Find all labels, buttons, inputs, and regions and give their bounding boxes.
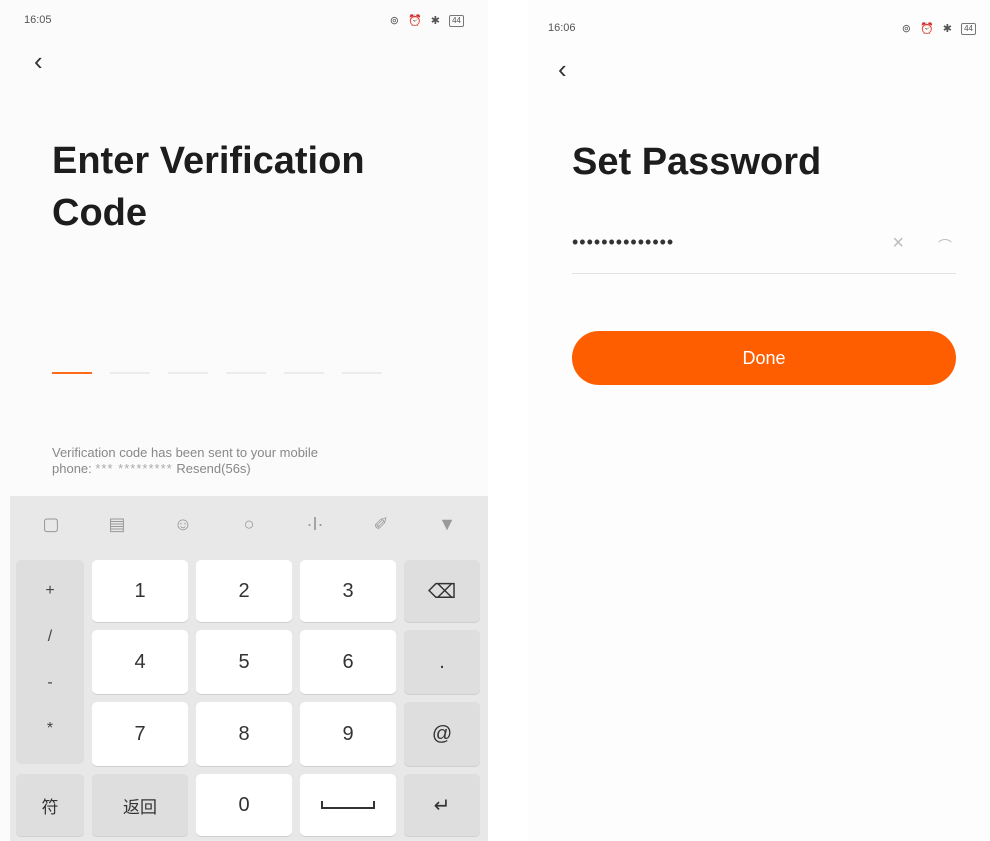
space-icon	[321, 801, 375, 809]
resend-countdown[interactable]: Resend(56s)	[176, 461, 250, 476]
return-key[interactable]: 返回	[92, 774, 188, 836]
status-bar: 16:06 ⊚ ⏰ ✱ 44	[528, 12, 990, 35]
keyboard-layout-icon[interactable]: ▤	[102, 514, 132, 535]
key-5[interactable]: 5	[196, 630, 292, 694]
key-1[interactable]: 1	[92, 560, 188, 622]
code-slot[interactable]	[110, 372, 150, 374]
key-slash[interactable]: /	[16, 628, 84, 646]
keyboard-toolbar: ▢ ▤ ☺ ○ ·I· ✐ ▼	[10, 496, 488, 552]
verification-hint: Verification code has been sent to your …	[52, 445, 432, 477]
symbol-column: + / - *	[16, 560, 84, 764]
key-plus[interactable]: +	[16, 582, 84, 600]
back-button[interactable]: ‹	[558, 54, 582, 84]
key-4[interactable]: 4	[92, 630, 188, 694]
numeric-keyboard: ▢ ▤ ☺ ○ ·I· ✐ ▼ + / - * 1 2 3 ⌫ 4 5 6 . …	[10, 496, 488, 841]
backspace-key[interactable]: ⌫	[404, 560, 480, 622]
eye-closed-icon[interactable]: ⌒	[938, 236, 952, 256]
status-time: 16:06	[548, 22, 576, 34]
key-3[interactable]: 3	[300, 560, 396, 622]
key-asterisk[interactable]: *	[16, 720, 84, 738]
page-title: Enter Verification Code	[52, 140, 365, 234]
status-bar: 16:05 ⊚ ⏰ ✱ 44	[0, 12, 488, 32]
password-input[interactable]: ••••••••••••••	[572, 232, 674, 253]
masked-phone-number: *** *********	[95, 461, 173, 476]
collapse-keyboard-icon[interactable]: ▼	[432, 514, 462, 535]
emoji-icon[interactable]: ☺	[168, 514, 198, 535]
key-0[interactable]: 0	[196, 774, 292, 836]
key-dot[interactable]: .	[404, 630, 480, 694]
search-icon[interactable]: ○	[234, 514, 264, 535]
key-7[interactable]: 7	[92, 702, 188, 766]
status-system-icons: ⊚ ⏰ ✱	[901, 23, 956, 35]
code-slot[interactable]	[52, 372, 92, 374]
key-8[interactable]: 8	[196, 702, 292, 766]
status-icons: ⊚ ⏰ ✱ 44	[902, 22, 976, 35]
symbol-switch-key[interactable]: 符	[16, 774, 84, 836]
page-title: Set Password	[572, 141, 822, 183]
back-button[interactable]: ‹	[34, 46, 58, 76]
code-slot[interactable]	[342, 372, 382, 374]
hint-text: Verification code has been sent to your …	[52, 445, 318, 460]
status-time: 16:05	[24, 14, 52, 26]
clear-icon[interactable]: ×	[892, 232, 904, 255]
enter-key[interactable]: ↵	[404, 774, 480, 836]
code-slot[interactable]	[284, 372, 324, 374]
key-2[interactable]: 2	[196, 560, 292, 622]
status-icons: ⊚ ⏰ ✱ 44	[390, 14, 464, 27]
verification-screen: 16:05 ⊚ ⏰ ✱ 44 ‹ Enter Verification Code…	[0, 0, 488, 841]
set-password-screen: 16:06 ⊚ ⏰ ✱ 44 ‹ Set Password ••••••••••…	[528, 0, 990, 841]
done-button[interactable]: Done	[572, 331, 956, 385]
key-6[interactable]: 6	[300, 630, 396, 694]
code-slot[interactable]	[226, 372, 266, 374]
key-minus[interactable]: -	[16, 674, 84, 692]
battery-icon: 44	[449, 15, 464, 27]
key-at[interactable]: @	[404, 702, 480, 766]
battery-icon: 44	[961, 23, 976, 35]
cursor-icon[interactable]: ·I·	[300, 514, 330, 535]
clipboard-icon[interactable]: ▢	[36, 514, 66, 535]
hint-phone-prefix: phone:	[52, 461, 96, 476]
key-9[interactable]: 9	[300, 702, 396, 766]
status-system-icons: ⊚ ⏰ ✱	[389, 15, 444, 27]
space-key[interactable]	[300, 774, 396, 836]
password-field[interactable]: •••••••••••••• × ⌒	[572, 228, 956, 274]
code-slot[interactable]	[168, 372, 208, 374]
theme-icon[interactable]: ✐	[366, 514, 396, 535]
verification-code-input[interactable]	[52, 372, 382, 374]
